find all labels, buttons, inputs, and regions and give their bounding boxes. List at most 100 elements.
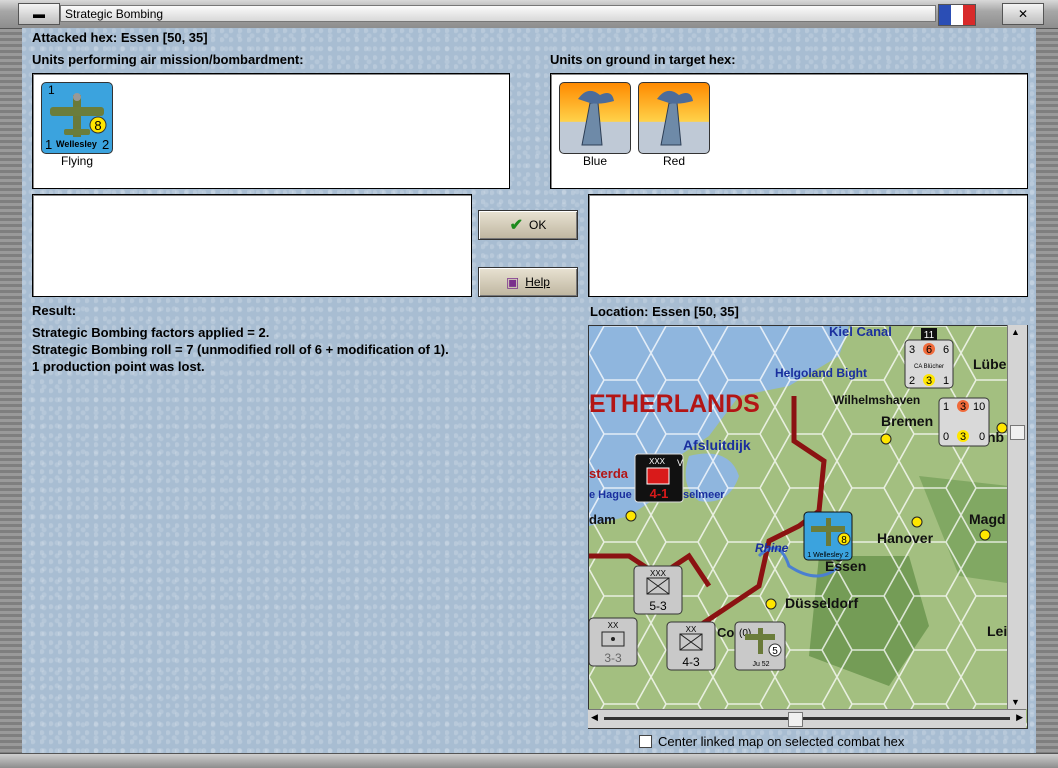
window-menu-button[interactable]: ▬: [18, 3, 60, 25]
unit-right-value: 2: [102, 137, 109, 152]
svg-text:6: 6: [926, 344, 932, 356]
map-label: Afsluitdijk: [683, 437, 751, 453]
center-map-label: Center linked map on selected combat hex: [658, 734, 905, 749]
unit-ship[interactable]: 1 3 10 0 3 0: [938, 397, 990, 447]
unit-strength: 8: [94, 118, 101, 133]
air-unit-wellesley[interactable]: 8 1 1 Wellesley 2 Flying: [41, 82, 113, 168]
unit-infantry[interactable]: XXX 5-3: [633, 565, 683, 615]
unit-ju52[interactable]: (0) 5 Ju 52: [734, 621, 786, 671]
unit-infantry[interactable]: XX 3-3: [589, 617, 638, 667]
map-label: Rhine: [755, 541, 789, 555]
result-line: 1 production point was lost.: [32, 359, 205, 374]
unit-top-value: 1: [48, 83, 55, 97]
svg-text:3: 3: [909, 344, 915, 356]
attacker-info-box: [32, 194, 472, 297]
unit-wellesley-map[interactable]: 8 1 Wellesley 2: [803, 511, 853, 561]
svg-text:CA Blücher: CA Blücher: [914, 364, 944, 370]
svg-text:3: 3: [960, 401, 966, 413]
scroll-up-icon[interactable]: ▲: [1011, 327, 1020, 337]
svg-text:XX: XX: [686, 625, 697, 634]
map-label: Wilhelmshaven: [833, 393, 920, 407]
map-label: selmeer: [683, 489, 725, 501]
ground-unit-label: Blue: [582, 154, 608, 168]
scroll-thumb[interactable]: [1010, 425, 1025, 440]
factory-icon[interactable]: [559, 82, 631, 154]
map-horizontal-scrollbar[interactable]: ◀ ▶: [588, 709, 1026, 728]
map-vertical-scrollbar[interactable]: ▲ ▼: [1007, 325, 1027, 709]
svg-text:Ju 52: Ju 52: [752, 661, 769, 668]
ground-unit-blue[interactable]: Blue: [559, 82, 631, 168]
checkmark-icon: ✔: [509, 217, 524, 234]
svg-text:0: 0: [979, 431, 985, 443]
svg-text:5: 5: [772, 646, 778, 657]
svg-text:XXX: XXX: [649, 457, 666, 466]
center-map-checkbox-row[interactable]: Center linked map on selected combat hex: [639, 734, 904, 749]
book-icon: ▣: [506, 273, 520, 290]
unit-hq-red[interactable]: XXX V 4-1: [634, 453, 684, 503]
map-label: Hanover: [877, 530, 934, 546]
map-label: Düsseldorf: [785, 595, 858, 611]
plane-icon: 8 1 1 Wellesley 2: [45, 83, 109, 152]
svg-text:XX: XX: [608, 621, 619, 630]
map-label: Helgoland Bight: [775, 366, 867, 380]
ground-unit-label: Red: [662, 154, 685, 168]
window-frame-right: [1036, 0, 1058, 767]
map-label: dam: [589, 512, 616, 527]
attacked-hex-label: Attacked hex: Essen [50, 35]: [32, 30, 208, 45]
country-label: ETHERLANDS: [589, 390, 760, 418]
location-label: Location: Essen [50, 35]: [590, 304, 739, 319]
help-button[interactable]: ▣ Help: [478, 267, 578, 297]
scroll-thumb[interactable]: [788, 712, 803, 727]
svg-text:1 Wellesley 2: 1 Wellesley 2: [807, 552, 849, 559]
window-title: Strategic Bombing: [60, 5, 936, 22]
map-label: sterda: [589, 466, 629, 481]
map-label: e Hague: [589, 489, 632, 501]
svg-text:10: 10: [973, 401, 985, 413]
map-label: nb: [987, 429, 1004, 445]
mini-map[interactable]: Kiel Canal Helgoland Bight Lübe Wilhelms…: [588, 325, 1028, 729]
bottom-bar: [0, 753, 1058, 768]
svg-text:5-3: 5-3: [649, 599, 667, 613]
close-button[interactable]: ✕: [1002, 3, 1044, 25]
svg-text:3: 3: [960, 431, 966, 443]
scroll-down-icon[interactable]: ▼: [1011, 697, 1020, 707]
ground-units-label: Units on ground in target hex:: [550, 52, 736, 67]
result-label: Result:: [32, 303, 77, 318]
svg-text:8: 8: [841, 535, 847, 546]
svg-text:11: 11: [924, 330, 935, 341]
svg-text:1: 1: [943, 375, 949, 387]
result-line: Strategic Bombing factors applied = 2.: [32, 325, 270, 340]
unit-counter[interactable]: 8 1 1 Wellesley 2: [41, 82, 113, 154]
svg-text:4-1: 4-1: [650, 486, 669, 501]
map-label: Kiel Canal: [829, 326, 892, 339]
unit-infantry[interactable]: XX 4-3: [666, 621, 716, 671]
result-line: Strategic Bombing roll = 7 (unmodified r…: [32, 342, 449, 357]
ground-units-box: Blue Red: [550, 73, 1028, 189]
factory-icon[interactable]: [638, 82, 710, 154]
map-label: Lübe: [973, 356, 1007, 372]
title-bar: ▬ Strategic Bombing ✕: [0, 0, 1058, 29]
svg-text:2: 2: [909, 375, 915, 387]
ok-button[interactable]: ✔ OK: [478, 210, 578, 240]
dialog-body: Attacked hex: Essen [50, 35] Units perfo…: [22, 28, 1036, 753]
map-label: Co: [717, 625, 734, 640]
unit-left-value: 1: [45, 137, 52, 152]
svg-text:3-3: 3-3: [604, 651, 622, 665]
svg-text:6: 6: [943, 344, 949, 356]
defender-info-box: [588, 194, 1028, 297]
ground-unit-red[interactable]: Red: [638, 82, 710, 168]
air-units-label: Units performing air mission/bombardment…: [32, 52, 304, 67]
map-label: Magd: [969, 511, 1006, 527]
scroll-left-icon[interactable]: ◀: [591, 712, 598, 723]
nation-flag: [938, 4, 976, 26]
scroll-right-icon[interactable]: ▶: [1016, 712, 1023, 723]
map-label: Bremen: [881, 413, 933, 429]
svg-text:4-3: 4-3: [682, 655, 700, 669]
svg-text:0: 0: [943, 431, 949, 443]
center-map-checkbox[interactable]: [639, 735, 652, 748]
svg-text:1: 1: [943, 401, 949, 413]
unit-name: Wellesley: [56, 139, 97, 149]
svg-text:XXX: XXX: [650, 569, 667, 578]
window-frame-left: [0, 0, 22, 767]
unit-status: Flying: [60, 154, 93, 168]
